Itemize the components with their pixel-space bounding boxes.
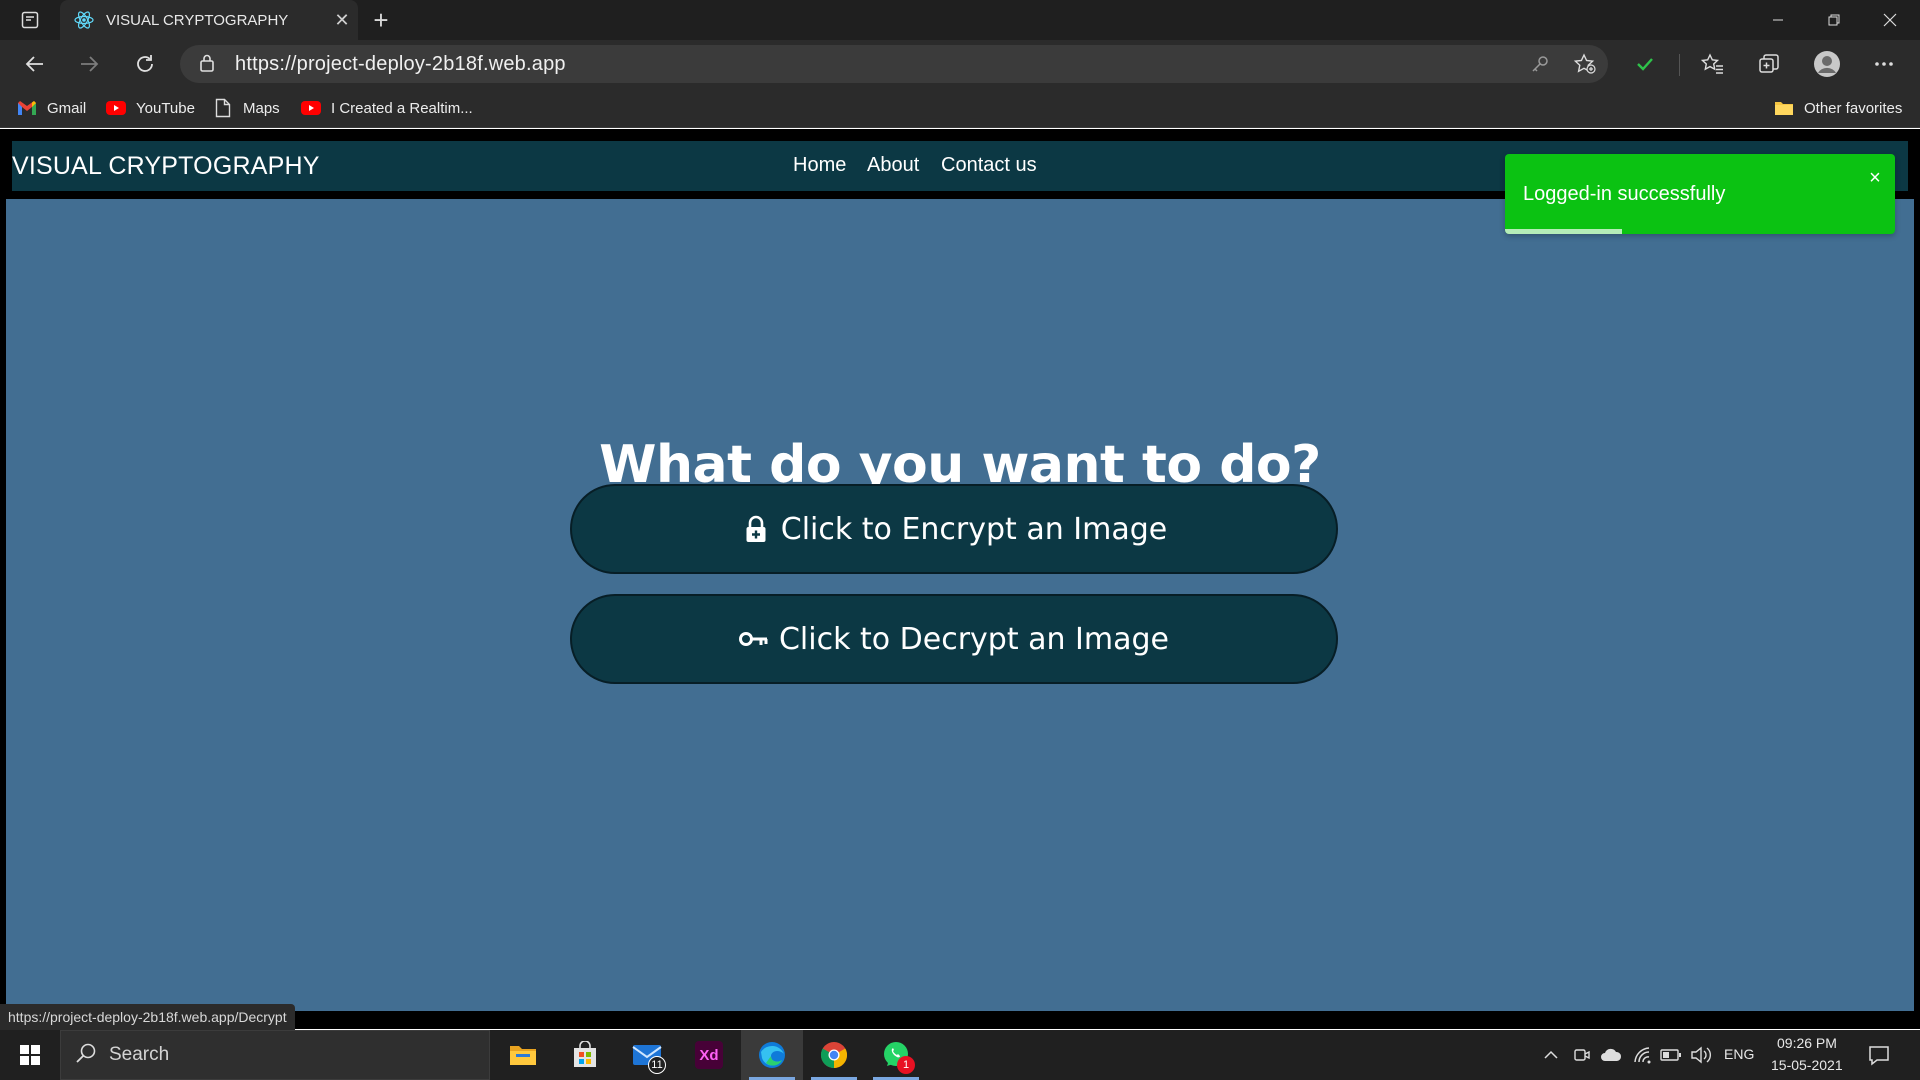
browser-toolbar: https://project-deploy-2b18f.web.app [0,40,1920,88]
collections-icon[interactable] [1753,48,1785,80]
toolbar-divider [1679,54,1680,76]
profile-avatar-icon[interactable] [1811,48,1843,80]
address-bar[interactable]: https://project-deploy-2b18f.web.app [180,45,1608,83]
bookmark-label: YouTube [136,99,195,117]
mail-unread-badge: 11 [648,1056,666,1074]
tab-actions-icon[interactable] [14,8,46,32]
tab-title: VISUAL CRYPTOGRAPHY [106,11,289,29]
react-logo-icon [74,10,94,30]
bookmark-label: I Created a Realtim... [331,99,473,117]
decrypt-button-label: Click to Decrypt an Image [778,621,1170,657]
adobe-xd-icon[interactable]: Xd [678,1030,740,1080]
gmail-icon [17,98,37,118]
other-favorites[interactable]: Other favorites [1774,96,1902,120]
status-url-tooltip: https://project-deploy-2b18f.web.app/Dec… [0,1004,295,1030]
web-page: VISUAL CRYPTOGRAPHY Home About Contact u… [0,129,1920,1029]
whatsapp-icon[interactable]: 1 [865,1030,927,1080]
toast-progress-bar [1505,229,1622,234]
toast-message: Logged-in successfully [1523,183,1726,205]
browser-titlebar: VISUAL CRYPTOGRAPHY ✕ + [0,0,1920,40]
encrypt-image-button[interactable]: Click to Encrypt an Image [570,484,1338,574]
edge-browser-icon[interactable] [741,1030,803,1080]
nav-home-link[interactable]: Home [793,154,846,177]
whatsapp-unread-badge: 1 [897,1056,915,1074]
lock-icon[interactable] [198,53,216,78]
bookmark-realtime-video[interactable]: I Created a Realtim... [301,96,473,120]
minimize-icon[interactable] [1750,0,1806,40]
reload-icon[interactable] [126,46,164,82]
add-favorite-icon[interactable] [1572,52,1598,76]
close-window-icon[interactable] [1862,0,1918,40]
bookmark-gmail[interactable]: Gmail [17,96,86,120]
battery-icon[interactable] [1660,1044,1682,1066]
tab-close-icon[interactable]: ✕ [326,4,358,36]
success-toast: Logged-in successfully × [1505,154,1895,234]
clock-time[interactable]: 09:26 PM [1777,1035,1837,1051]
other-favorites-label: Other favorites [1804,99,1903,117]
restore-icon[interactable] [1806,0,1862,40]
clock-date[interactable]: 15-05-2021 [1771,1057,1843,1073]
forward-arrow-icon[interactable] [70,46,108,82]
notification-center-icon[interactable] [1868,1044,1890,1066]
bookmark-label: Gmail [47,99,87,117]
nav-about-link[interactable]: About [867,154,919,177]
onedrive-icon[interactable] [1600,1044,1622,1066]
more-menu-icon[interactable] [1868,48,1900,80]
bookmark-youtube[interactable]: YouTube [106,96,195,120]
windows-taskbar: Search 11 Xd 1 ENG 09:26 PM 15-05-2021 [0,1030,1920,1080]
volume-icon[interactable] [1690,1044,1712,1066]
browser-tab[interactable]: VISUAL CRYPTOGRAPHY ✕ [60,0,358,40]
new-tab-button[interactable]: + [366,5,396,35]
youtube-icon [106,98,126,118]
xd-logo: Xd [695,1041,723,1069]
favorites-icon[interactable] [1697,48,1729,80]
language-indicator[interactable]: ENG [1724,1046,1754,1062]
search-icon [75,1042,97,1069]
extension-check-icon[interactable] [1629,48,1661,80]
decrypt-image-button[interactable]: Click to Decrypt an Image [570,594,1338,684]
meet-now-icon[interactable] [1571,1044,1593,1066]
folder-icon [1774,98,1794,118]
show-hidden-icons-chevron-icon[interactable] [1540,1044,1562,1066]
youtube-icon [301,98,321,118]
nav-contact-link[interactable]: Contact us [941,154,1037,177]
bookmarks-bar: Gmail YouTube Maps I Created a Realtim..… [0,88,1920,128]
windows-start-icon[interactable] [0,1030,60,1080]
mail-icon[interactable]: 11 [616,1030,678,1080]
lock-plus-icon [741,514,771,544]
back-arrow-icon[interactable] [16,46,54,82]
wifi-icon[interactable] [1632,1044,1654,1066]
url-text[interactable]: https://project-deploy-2b18f.web.app [235,53,566,76]
search-label: Search [109,1044,170,1065]
chrome-icon[interactable] [803,1030,865,1080]
bookmark-label: Maps [243,99,280,117]
key-icon[interactable] [1527,52,1553,76]
page-icon [213,98,233,118]
key-icon [738,624,769,654]
site-brand[interactable]: VISUAL CRYPTOGRAPHY [12,152,320,181]
taskbar-search-box[interactable]: Search [60,1030,490,1080]
toast-close-icon[interactable]: × [1863,166,1887,190]
microsoft-store-icon[interactable] [554,1030,616,1080]
bookmark-maps[interactable]: Maps [213,96,280,120]
file-explorer-icon[interactable] [492,1030,554,1080]
encrypt-button-label: Click to Encrypt an Image [780,511,1168,547]
